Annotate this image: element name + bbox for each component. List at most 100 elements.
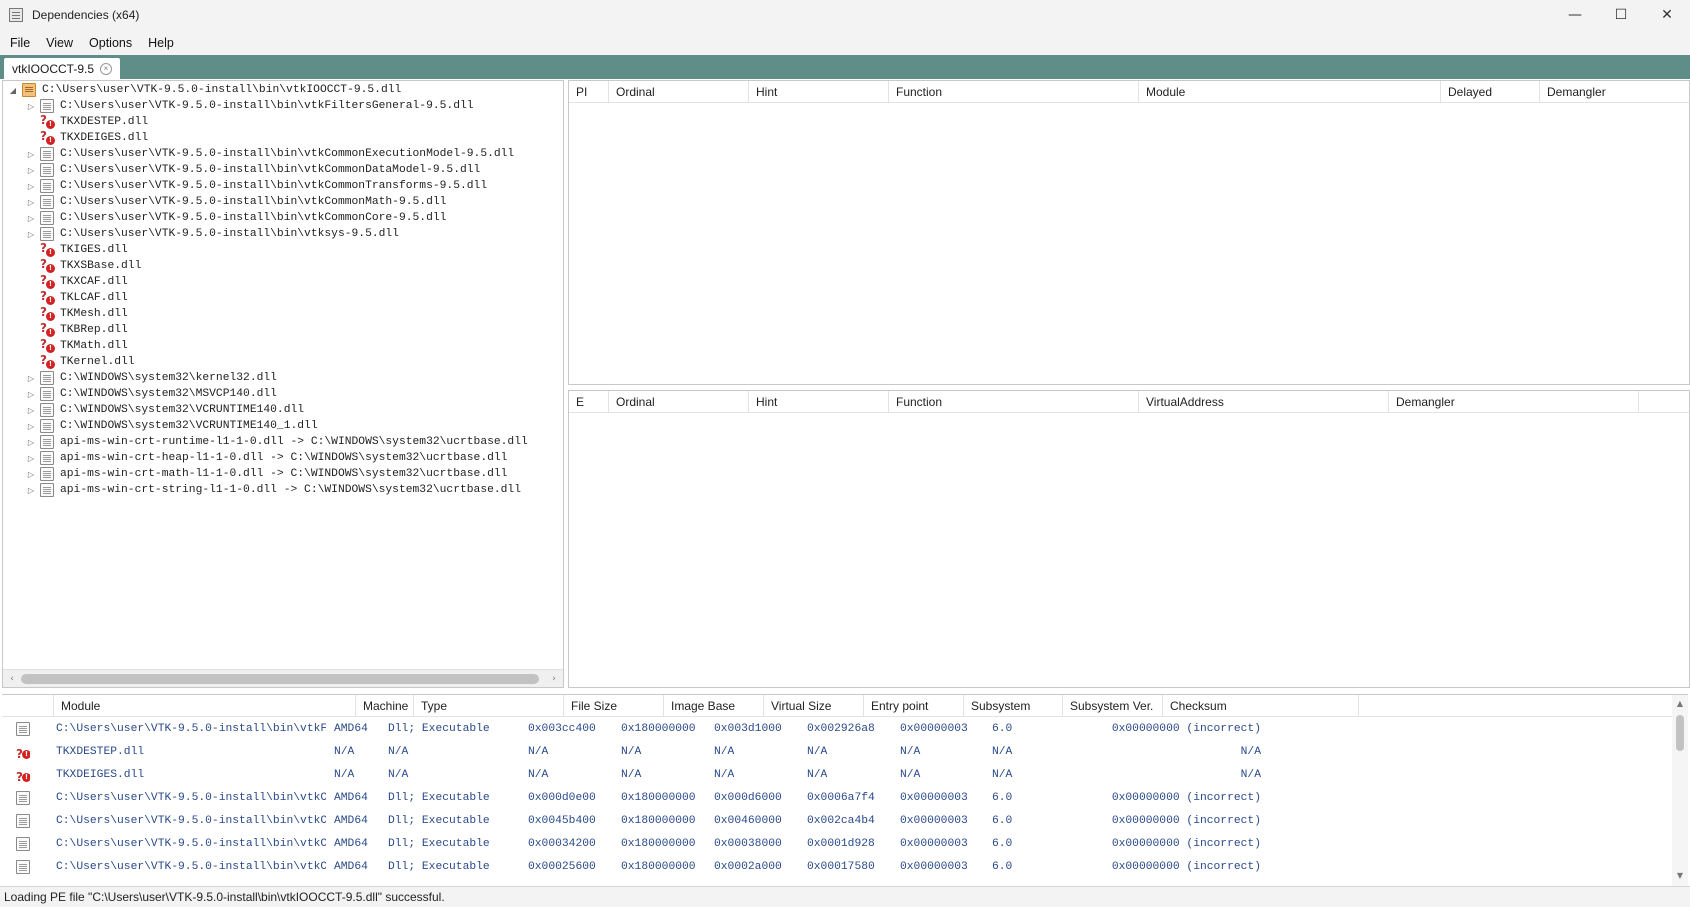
expand-icon[interactable]: ▷ <box>25 214 37 223</box>
scroll-thumb[interactable] <box>21 674 539 684</box>
tree-item-label: TKXDESTEP.dll <box>60 116 149 128</box>
expand-icon[interactable]: ▷ <box>25 438 37 447</box>
col-type[interactable]: Type <box>414 695 564 717</box>
expand-icon[interactable]: ▷ <box>25 470 37 479</box>
tree-item-label: C:\Users\user\VTK-9.5.0-install\bin\vtkC… <box>60 212 447 224</box>
expand-icon[interactable]: ▷ <box>25 390 37 399</box>
expand-icon[interactable]: ▷ <box>25 422 37 431</box>
tree-item[interactable]: ▷ C:\Users\user\VTK-9.5.0-install\bin\vtk… <box>25 146 514 162</box>
expand-icon[interactable]: ▷ <box>25 102 37 111</box>
col-function[interactable]: Function <box>889 391 1139 413</box>
col-virtualaddress[interactable]: VirtualAddress <box>1139 391 1389 413</box>
menu-view[interactable]: View <box>40 36 79 50</box>
table-row[interactable]: TKXDEIGES.dll N/A N/A N/A N/A N/A N/A N/A N/A N/A <box>2 764 1674 786</box>
col-pi[interactable]: PI <box>569 81 609 103</box>
expand-icon[interactable]: ▷ <box>25 486 37 495</box>
col-module[interactable]: Module <box>1139 81 1441 103</box>
table-row[interactable]: TKXDESTEP.dll N/A N/A N/A N/A N/A N/A N/A N/A N/A <box>2 741 1674 763</box>
tree-item[interactable]: ▷ C:\WINDOWS\system32\VCRUNTIME140.dll <box>25 402 304 418</box>
tree-item[interactable]: TKIGES.dll <box>25 241 128 258</box>
col-function[interactable]: Function <box>889 81 1139 103</box>
cell-virtual-size: 0x003d1000 <box>714 723 782 735</box>
col-subsystem[interactable]: Subsystem <box>964 695 1063 717</box>
col-file-size[interactable]: File Size <box>564 695 664 717</box>
col-ordinal[interactable]: Ordinal <box>609 81 749 103</box>
module-file-icon <box>16 814 30 828</box>
tree-item[interactable]: TKXSBase.dll <box>25 257 141 274</box>
tree-item[interactable]: TKLCAF.dll <box>25 289 128 306</box>
modules-grid[interactable]: Module Machine Type File Size Image Base… <box>2 694 1688 886</box>
col-image-base[interactable]: Image Base <box>664 695 764 717</box>
col-ordinal[interactable]: Ordinal <box>609 391 749 413</box>
tree-item[interactable]: ▷ api-ms-win-crt-heap-l1-1-0.dll -> C:\WI… <box>25 450 507 466</box>
tree-item[interactable]: TKXDEIGES.dll <box>25 129 148 146</box>
modules-vertical-scrollbar[interactable]: ▲ ▼ <box>1672 695 1688 886</box>
col-demangler[interactable]: Demangler <box>1389 391 1639 413</box>
tree-item[interactable]: ▷ api-ms-win-crt-math-l1-1-0.dll -> C:\WI… <box>25 466 507 482</box>
expand-icon[interactable]: ◢ <box>7 86 19 95</box>
tree-item[interactable]: ▷ C:\Users\user\VTK-9.5.0-install\bin\vtk… <box>25 194 446 210</box>
tree-item[interactable]: ▷ C:\WINDOWS\system32\kernel32.dll <box>25 370 277 386</box>
expand-icon[interactable]: ▷ <box>25 230 37 239</box>
tree-item[interactable]: ▷ C:\Users\user\VTK-9.5.0-install\bin\vtk… <box>25 178 487 194</box>
tree-item[interactable]: TKXDESTEP.dll <box>25 113 149 130</box>
scroll-down-icon[interactable]: ▼ <box>1673 869 1687 883</box>
table-row[interactable]: C:\Users\user\VTK-9.5.0-install\bin\vtkC… <box>2 787 1674 809</box>
tree-item[interactable]: ▷ C:\Users\user\VTK-9.5.0-install\bin\vtk… <box>25 210 446 226</box>
col-demangler[interactable]: Demangler <box>1540 81 1689 103</box>
tree-item[interactable]: ▷ C:\WINDOWS\system32\MSVCP140.dll <box>25 386 277 402</box>
scroll-thumb[interactable] <box>1676 715 1684 751</box>
tree-item[interactable]: TKXCAF.dll <box>25 273 128 290</box>
tab-vtkioocct[interactable]: vtkIOOCCT-9.5 × <box>4 58 121 79</box>
col-module[interactable]: Module <box>54 695 356 717</box>
tree-item[interactable]: ▷ C:\Users\user\VTK-9.5.0-install\bin\vtk… <box>25 98 474 114</box>
close-icon[interactable]: ✕ <box>1644 0 1690 30</box>
expand-icon[interactable]: ▷ <box>25 166 37 175</box>
tree-item[interactable]: ▷ api-ms-win-crt-string-l1-1-0.dll -> C:\… <box>25 482 521 498</box>
tree-item[interactable]: ▷ C:\WINDOWS\system32\VCRUNTIME140_1.dll <box>25 418 318 434</box>
minimize-icon[interactable]: — <box>1552 0 1598 30</box>
cell-checksum: 0x00000000 (incorrect) <box>1111 723 1261 735</box>
tree-item[interactable]: TKMath.dll <box>25 337 128 354</box>
col-virtual-size[interactable]: Virtual Size <box>764 695 864 717</box>
cell-subsystem: N/A <box>900 746 921 758</box>
scroll-right-icon[interactable]: › <box>547 672 561 686</box>
col-checksum[interactable]: Checksum <box>1163 695 1359 717</box>
expand-icon[interactable]: ▷ <box>25 374 37 383</box>
table-row[interactable]: C:\Users\user\VTK-9.5.0-install\bin\vtkC… <box>2 856 1674 878</box>
menu-file[interactable]: File <box>4 36 36 50</box>
col-machine[interactable]: Machine <box>356 695 414 717</box>
tree-item[interactable]: ▷ api-ms-win-crt-runtime-l1-1-0.dll -> C:… <box>25 434 528 450</box>
tree-item[interactable]: ◢ C:\Users\user\VTK-9.5.0-install\bin\vtk… <box>7 82 401 98</box>
col-hint[interactable]: Hint <box>749 81 889 103</box>
menu-options[interactable]: Options <box>83 36 138 50</box>
dependency-tree[interactable]: ◢ C:\Users\user\VTK-9.5.0-install\bin\vtk… <box>2 80 564 688</box>
scroll-left-icon[interactable]: ‹ <box>5 672 19 686</box>
expand-icon[interactable]: ▷ <box>25 406 37 415</box>
menu-help[interactable]: Help <box>142 36 180 50</box>
table-row[interactable]: C:\Users\user\VTK-9.5.0-install\bin\vtkF… <box>2 718 1674 740</box>
col-hint[interactable]: Hint <box>749 391 889 413</box>
table-row[interactable]: C:\Users\user\VTK-9.5.0-install\bin\vtkC… <box>2 833 1674 855</box>
table-row[interactable]: C:\Users\user\VTK-9.5.0-install\bin\vtkC… <box>2 810 1674 832</box>
tree-item[interactable]: ▷ C:\Users\user\VTK-9.5.0-install\bin\vtk… <box>25 226 399 242</box>
col-delayed[interactable]: Delayed <box>1441 81 1540 103</box>
expand-icon[interactable]: ▷ <box>25 150 37 159</box>
col-subsystem-ver[interactable]: Subsystem Ver. <box>1063 695 1163 717</box>
tree-item[interactable]: ▷ C:\Users\user\VTK-9.5.0-install\bin\vtk… <box>25 162 480 178</box>
imports-grid[interactable]: PI Ordinal Hint Function Module Delayed … <box>568 80 1690 385</box>
expand-icon[interactable]: ▷ <box>25 198 37 207</box>
tab-close-icon[interactable]: × <box>100 62 113 75</box>
scroll-up-icon[interactable]: ▲ <box>1673 697 1687 711</box>
col-entry-point[interactable]: Entry point <box>864 695 964 717</box>
cell-subsystem-ver: 6.0 <box>992 861 1013 873</box>
tree-item[interactable]: TKBRep.dll <box>25 321 128 338</box>
tree-item[interactable]: TKernel.dll <box>25 353 135 370</box>
col-e[interactable]: E <box>569 391 609 413</box>
maximize-icon[interactable]: ☐ <box>1598 0 1644 30</box>
exports-grid[interactable]: E Ordinal Hint Function VirtualAddress D… <box>568 390 1690 688</box>
expand-icon[interactable]: ▷ <box>25 182 37 191</box>
expand-icon[interactable]: ▷ <box>25 454 37 463</box>
tree-item[interactable]: TKMesh.dll <box>25 305 128 322</box>
tree-horizontal-scrollbar[interactable]: ‹ › <box>3 669 563 687</box>
